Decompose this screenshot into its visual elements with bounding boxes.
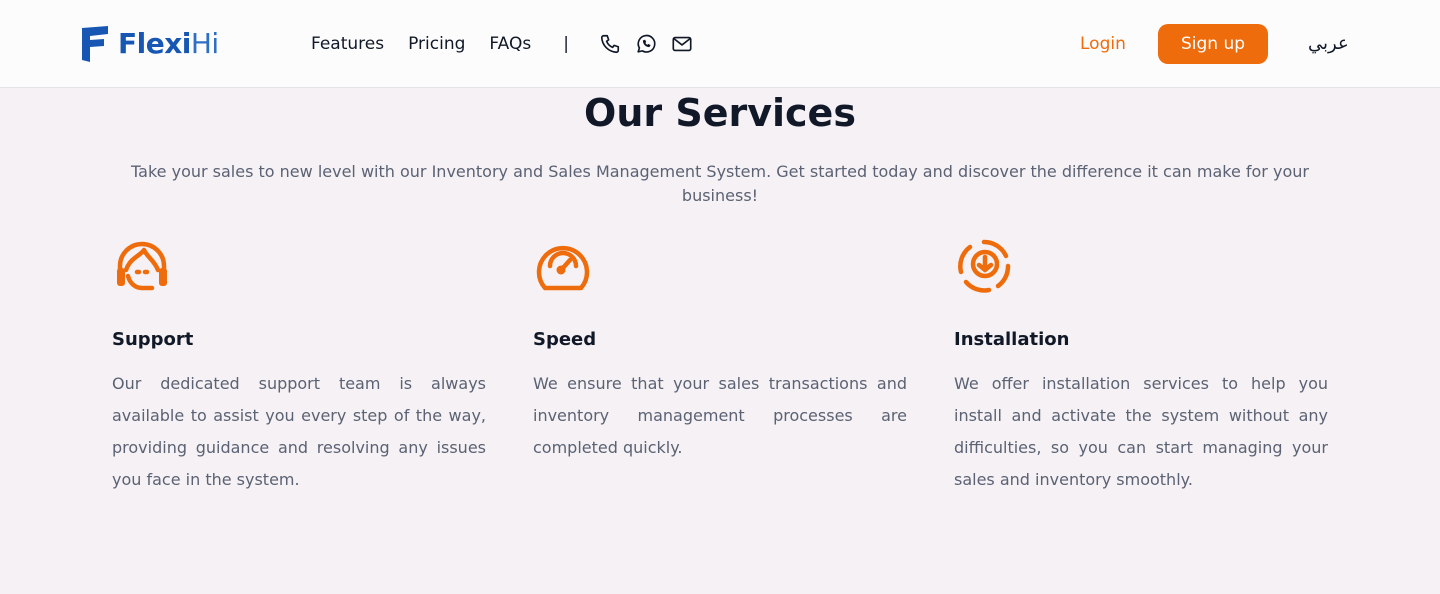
service-title-speed: Speed bbox=[533, 329, 597, 350]
logo-text-light: Hi bbox=[190, 27, 219, 60]
nav-link-features[interactable]: Features bbox=[311, 30, 384, 58]
support-agent-icon bbox=[117, 241, 167, 291]
service-description-support: Our dedicated support team is always ava… bbox=[112, 374, 486, 489]
main-nav: Features Pricing FAQs | bbox=[311, 30, 693, 58]
nav-separator: | bbox=[563, 34, 569, 54]
top-navbar: FlexiHi Features Pricing FAQs | Login Si… bbox=[0, 0, 1440, 88]
flexihi-logo-mark-icon bbox=[82, 26, 108, 62]
contact-icons bbox=[599, 33, 693, 55]
logo-text-bold: Flexi bbox=[118, 27, 191, 60]
service-card-speed: Speed We ensure that your sales transact… bbox=[533, 236, 907, 464]
download-installation-icon bbox=[958, 239, 1011, 293]
service-description-speed: We ensure that your sales transactions a… bbox=[533, 374, 907, 457]
service-title-support: Support bbox=[112, 329, 194, 350]
signup-button[interactable]: Sign up bbox=[1158, 24, 1268, 64]
flexihi-logo[interactable]: FlexiHi bbox=[80, 24, 219, 64]
service-card-support: Support Our dedicated support team is al… bbox=[112, 236, 486, 496]
nav-link-faqs[interactable]: FAQs bbox=[489, 30, 531, 58]
phone-icon[interactable] bbox=[599, 33, 621, 55]
login-link[interactable]: Login bbox=[1080, 30, 1126, 58]
mail-icon[interactable] bbox=[671, 33, 693, 55]
logo-text: FlexiHi bbox=[118, 24, 219, 64]
speedometer-icon bbox=[536, 245, 590, 291]
services-subtitle: Take your sales to new level with our In… bbox=[131, 162, 1309, 205]
nav-link-pricing[interactable]: Pricing bbox=[408, 30, 465, 58]
service-card-installation: Installation We offer installation servi… bbox=[954, 236, 1328, 496]
language-switch-link[interactable]: عربي bbox=[1308, 30, 1349, 58]
service-description-installation: We offer installation services to help y… bbox=[954, 374, 1328, 489]
whatsapp-icon[interactable] bbox=[635, 33, 657, 55]
services-title: Our Services bbox=[584, 91, 856, 135]
service-title-installation: Installation bbox=[954, 329, 1070, 350]
